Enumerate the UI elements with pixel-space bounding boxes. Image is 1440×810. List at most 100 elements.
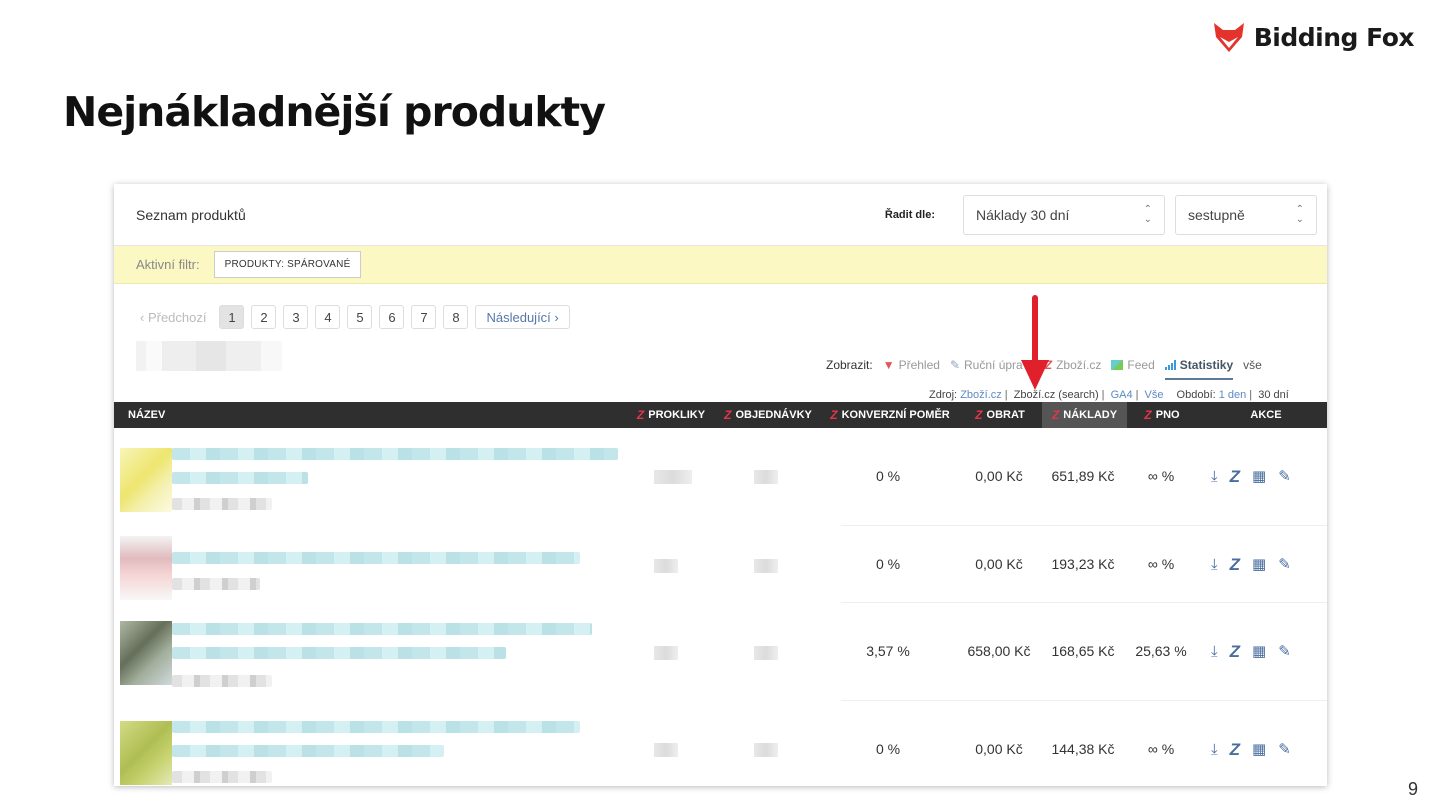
view-zbozi[interactable]: Z Zboží.cz [1045,358,1102,372]
table-row[interactable]: 3,57 % 658,00 Kč 168,65 Kč 25,63 % ⤓ Z ▦… [114,603,1327,701]
view-overview-label: Přehled [898,358,940,372]
edit-icon: ✎ [949,358,961,372]
sort-by-select[interactable]: Náklady 30 dní ⌃ ⌄ [963,194,1165,235]
product-meta-blurred [172,771,272,783]
page-button-6[interactable]: 6 [379,305,405,329]
costs-value: 651,89 Kč [1051,468,1115,484]
zbozi-logo-icon: Z [1144,408,1152,422]
zbozi-logo-icon: Z [830,408,838,422]
period-30-days[interactable]: 30 dní [1258,389,1289,401]
page-button-2[interactable]: 2 [251,305,277,329]
pencil-icon[interactable]: ✎ [1278,644,1291,659]
page-button-5[interactable]: 5 [347,305,373,329]
table-row[interactable]: 0 % 0,00 Kč 193,23 Kč ∞ % ⤓ Z ▦ ✎ [114,526,1327,603]
pencil-icon[interactable]: ✎ [1278,469,1291,484]
zbozi-logo-icon: Z [1051,408,1060,422]
product-list-panel: Seznam produktů Řadit dle: Náklady 30 dn… [114,184,1327,786]
view-statistics-label: Statistiky [1179,358,1234,372]
clicks-blurred [654,646,678,660]
conversion-value: 0 % [875,468,901,484]
page-button-7[interactable]: 7 [411,305,437,329]
page-button-4[interactable]: 4 [315,305,341,329]
views-label: Zobrazit: [826,358,873,372]
filter-chip[interactable]: PRODUKTY: SPÁROVANÉ [213,251,362,278]
source-zbozi[interactable]: Zboží.cz [960,389,1002,401]
store-icon[interactable]: ▦ [1252,469,1266,484]
panel-title: Seznam produktů [136,206,246,223]
costs-value: 144,38 Kč [1051,741,1115,757]
view-feed-label: Feed [1127,358,1155,372]
product-thumbnail [120,721,172,785]
prev-page-button[interactable]: ‹ Předchozí [136,305,212,329]
zbozi-logo-icon: Z [636,408,645,422]
table-header: NÁZEV Z PROKLIKY Z OBJEDNÁVKY Z KONVERZNÍ P… [114,402,1327,428]
download-icon[interactable]: ⤓ [1211,742,1218,757]
orders-blurred [754,646,778,660]
zbozi-icon[interactable]: Z [1230,741,1240,758]
revenue-value: 0,00 Kč [975,741,1023,757]
brand-logo: Bidding Fox [1212,20,1415,54]
brand-name: Bidding Fox [1253,22,1415,52]
costs-value: 168,65 Kč [1051,643,1115,659]
pencil-icon[interactable]: ✎ [1278,742,1291,757]
orders-blurred [754,559,778,573]
page-number: 9 [1407,779,1418,799]
select-caret-icon: ⌃ ⌄ [1143,203,1152,225]
col-conversion[interactable]: Z KONVERZNÍ POMĚR [828,402,952,428]
source-all[interactable]: Vše [1145,389,1164,401]
view-overview[interactable]: ▼ Přehled [883,358,940,372]
view-all[interactable]: vše [1243,358,1262,372]
page-button-8[interactable]: 8 [443,305,469,329]
revenue-value: 658,00 Kč [967,643,1031,659]
row-actions: ⤓ Z ▦ ✎ [1211,643,1291,660]
download-icon[interactable]: ⤓ [1211,557,1218,572]
next-page-button[interactable]: Následující › [475,305,570,329]
period-1-day[interactable]: 1 den [1219,389,1247,401]
table-row[interactable]: 0 % 0,00 Kč 144,38 Kč ∞ % ⤓ Z ▦ ✎ [114,701,1327,786]
source-selector: Zdroj: Zboží.cz | Zboží.cz (search) | GA4 |… [929,389,1289,401]
page-button-3[interactable]: 3 [283,305,309,329]
zbozi-icon[interactable]: Z [1230,556,1240,573]
pagination: ‹ Předchozí 1 2 3 4 5 6 7 8 Následující … [136,305,570,329]
view-statistics[interactable]: Statistiky [1164,358,1234,380]
feed-icon [1111,360,1124,370]
sort-order-select[interactable]: sestupně ⌃ ⌄ [1175,194,1317,235]
sort-label: Řadit dle: [884,208,935,221]
source-ga4[interactable]: GA4 [1111,389,1133,401]
page-button-1[interactable]: 1 [219,305,245,329]
download-icon[interactable]: ⤓ [1211,644,1218,659]
source-label: Zdroj: [929,389,958,401]
search-input[interactable] [136,341,282,371]
store-icon[interactable]: ▦ [1252,742,1266,757]
col-orders[interactable]: Z OBJEDNÁVKY [722,402,814,428]
zbozi-icon[interactable]: Z [1230,468,1240,485]
col-clicks[interactable]: Z PROKLIKY [634,402,708,428]
clicks-blurred [654,743,678,757]
clicks-blurred [654,559,678,573]
pencil-icon[interactable]: ✎ [1278,557,1291,572]
zbozi-icon[interactable]: Z [1230,643,1240,660]
col-revenue[interactable]: Z OBRAT [970,402,1030,428]
store-icon[interactable]: ▦ [1252,644,1266,659]
col-pno[interactable]: Z PNO [1138,402,1186,428]
product-meta-blurred [172,578,260,590]
active-filter-bar: Aktivní filtr: PRODUKTY: SPÁROVANÉ [114,246,1327,284]
filter-label: Aktivní filtr: [136,257,200,272]
col-name[interactable]: NÁZEV [128,402,165,428]
download-icon[interactable]: ⤓ [1211,469,1218,484]
clicks-blurred [654,470,692,484]
pno-value: ∞ % [1147,741,1175,757]
revenue-value: 0,00 Kč [975,468,1023,484]
revenue-value: 0,00 Kč [975,556,1023,572]
row-actions: ⤓ Z ▦ ✎ [1211,741,1291,758]
sort-by-value: Náklady 30 dní [976,206,1070,223]
store-icon[interactable]: ▦ [1252,557,1266,572]
product-meta-blurred [172,675,272,687]
table-row[interactable]: 0 % 0,00 Kč 651,89 Kč ∞ % ⤓ Z ▦ ✎ [114,428,1327,526]
costs-value: 193,23 Kč [1051,556,1115,572]
col-costs[interactable]: Z NÁKLADY [1042,402,1127,428]
product-meta-blurred [172,498,272,510]
view-feed[interactable]: Feed [1111,358,1155,372]
red-arrow-annotation [1021,295,1049,390]
zbozi-logo-icon: Z [724,408,732,422]
